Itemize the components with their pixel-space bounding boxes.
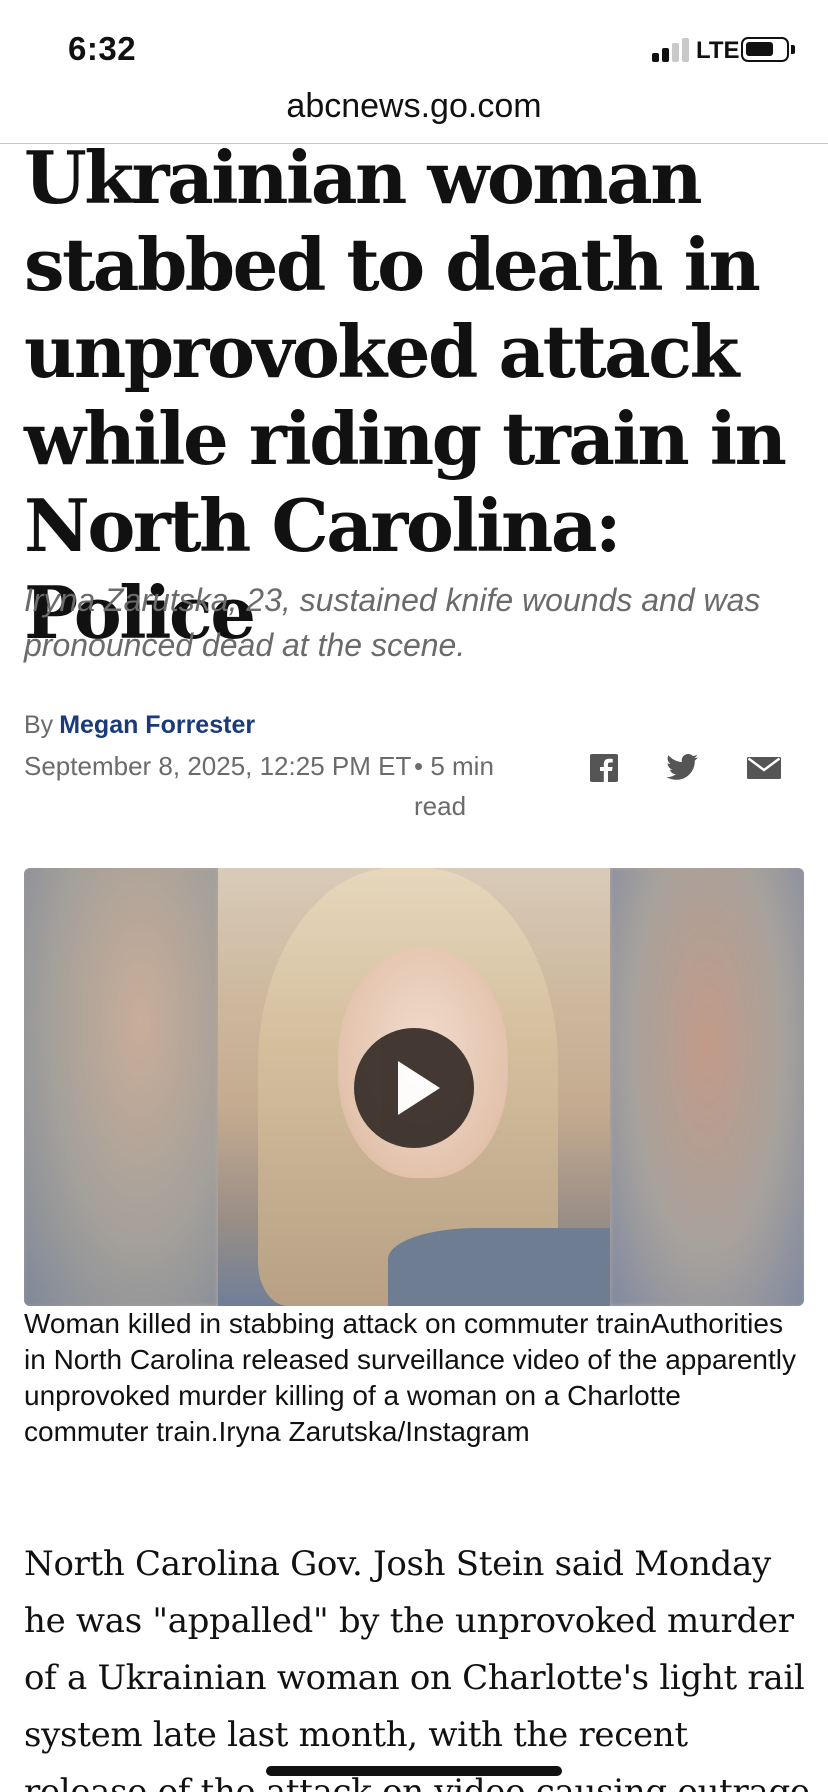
byline-prefix: By [24,711,54,739]
twitter-icon[interactable] [664,752,700,784]
battery-icon [741,37,789,62]
video-blur-left [24,868,218,1306]
article-subhead: Iryna Zarutska, 23, sustained knife woun… [24,582,761,663]
home-indicator[interactable] [266,1766,562,1776]
url-text[interactable]: abcnews.go.com [0,84,828,128]
publish-date: September 8, 2025, 12:25 PM ET [24,751,412,781]
play-icon[interactable] [354,1028,474,1148]
status-bar: 6:32 LTE [0,0,828,96]
video-caption: Woman killed in stabbing attack on commu… [24,1308,796,1447]
read-time: • 5 min read [414,751,494,821]
facebook-icon[interactable] [586,752,622,784]
status-time: 6:32 [68,30,137,67]
battery-nub [791,45,795,54]
network-label: LTE [696,37,740,64]
mail-icon[interactable] [746,752,782,784]
cellular-signal-icon [652,38,690,62]
article-body-paragraph: North Carolina Gov. Josh Stein said Mond… [24,1544,810,1792]
video-player[interactable] [24,868,804,1306]
thumbnail-shirt [388,1228,610,1306]
author-link[interactable]: Megan Forrester [59,711,255,739]
video-blur-right [610,868,804,1306]
byline: By Megan Forrester [24,708,255,742]
